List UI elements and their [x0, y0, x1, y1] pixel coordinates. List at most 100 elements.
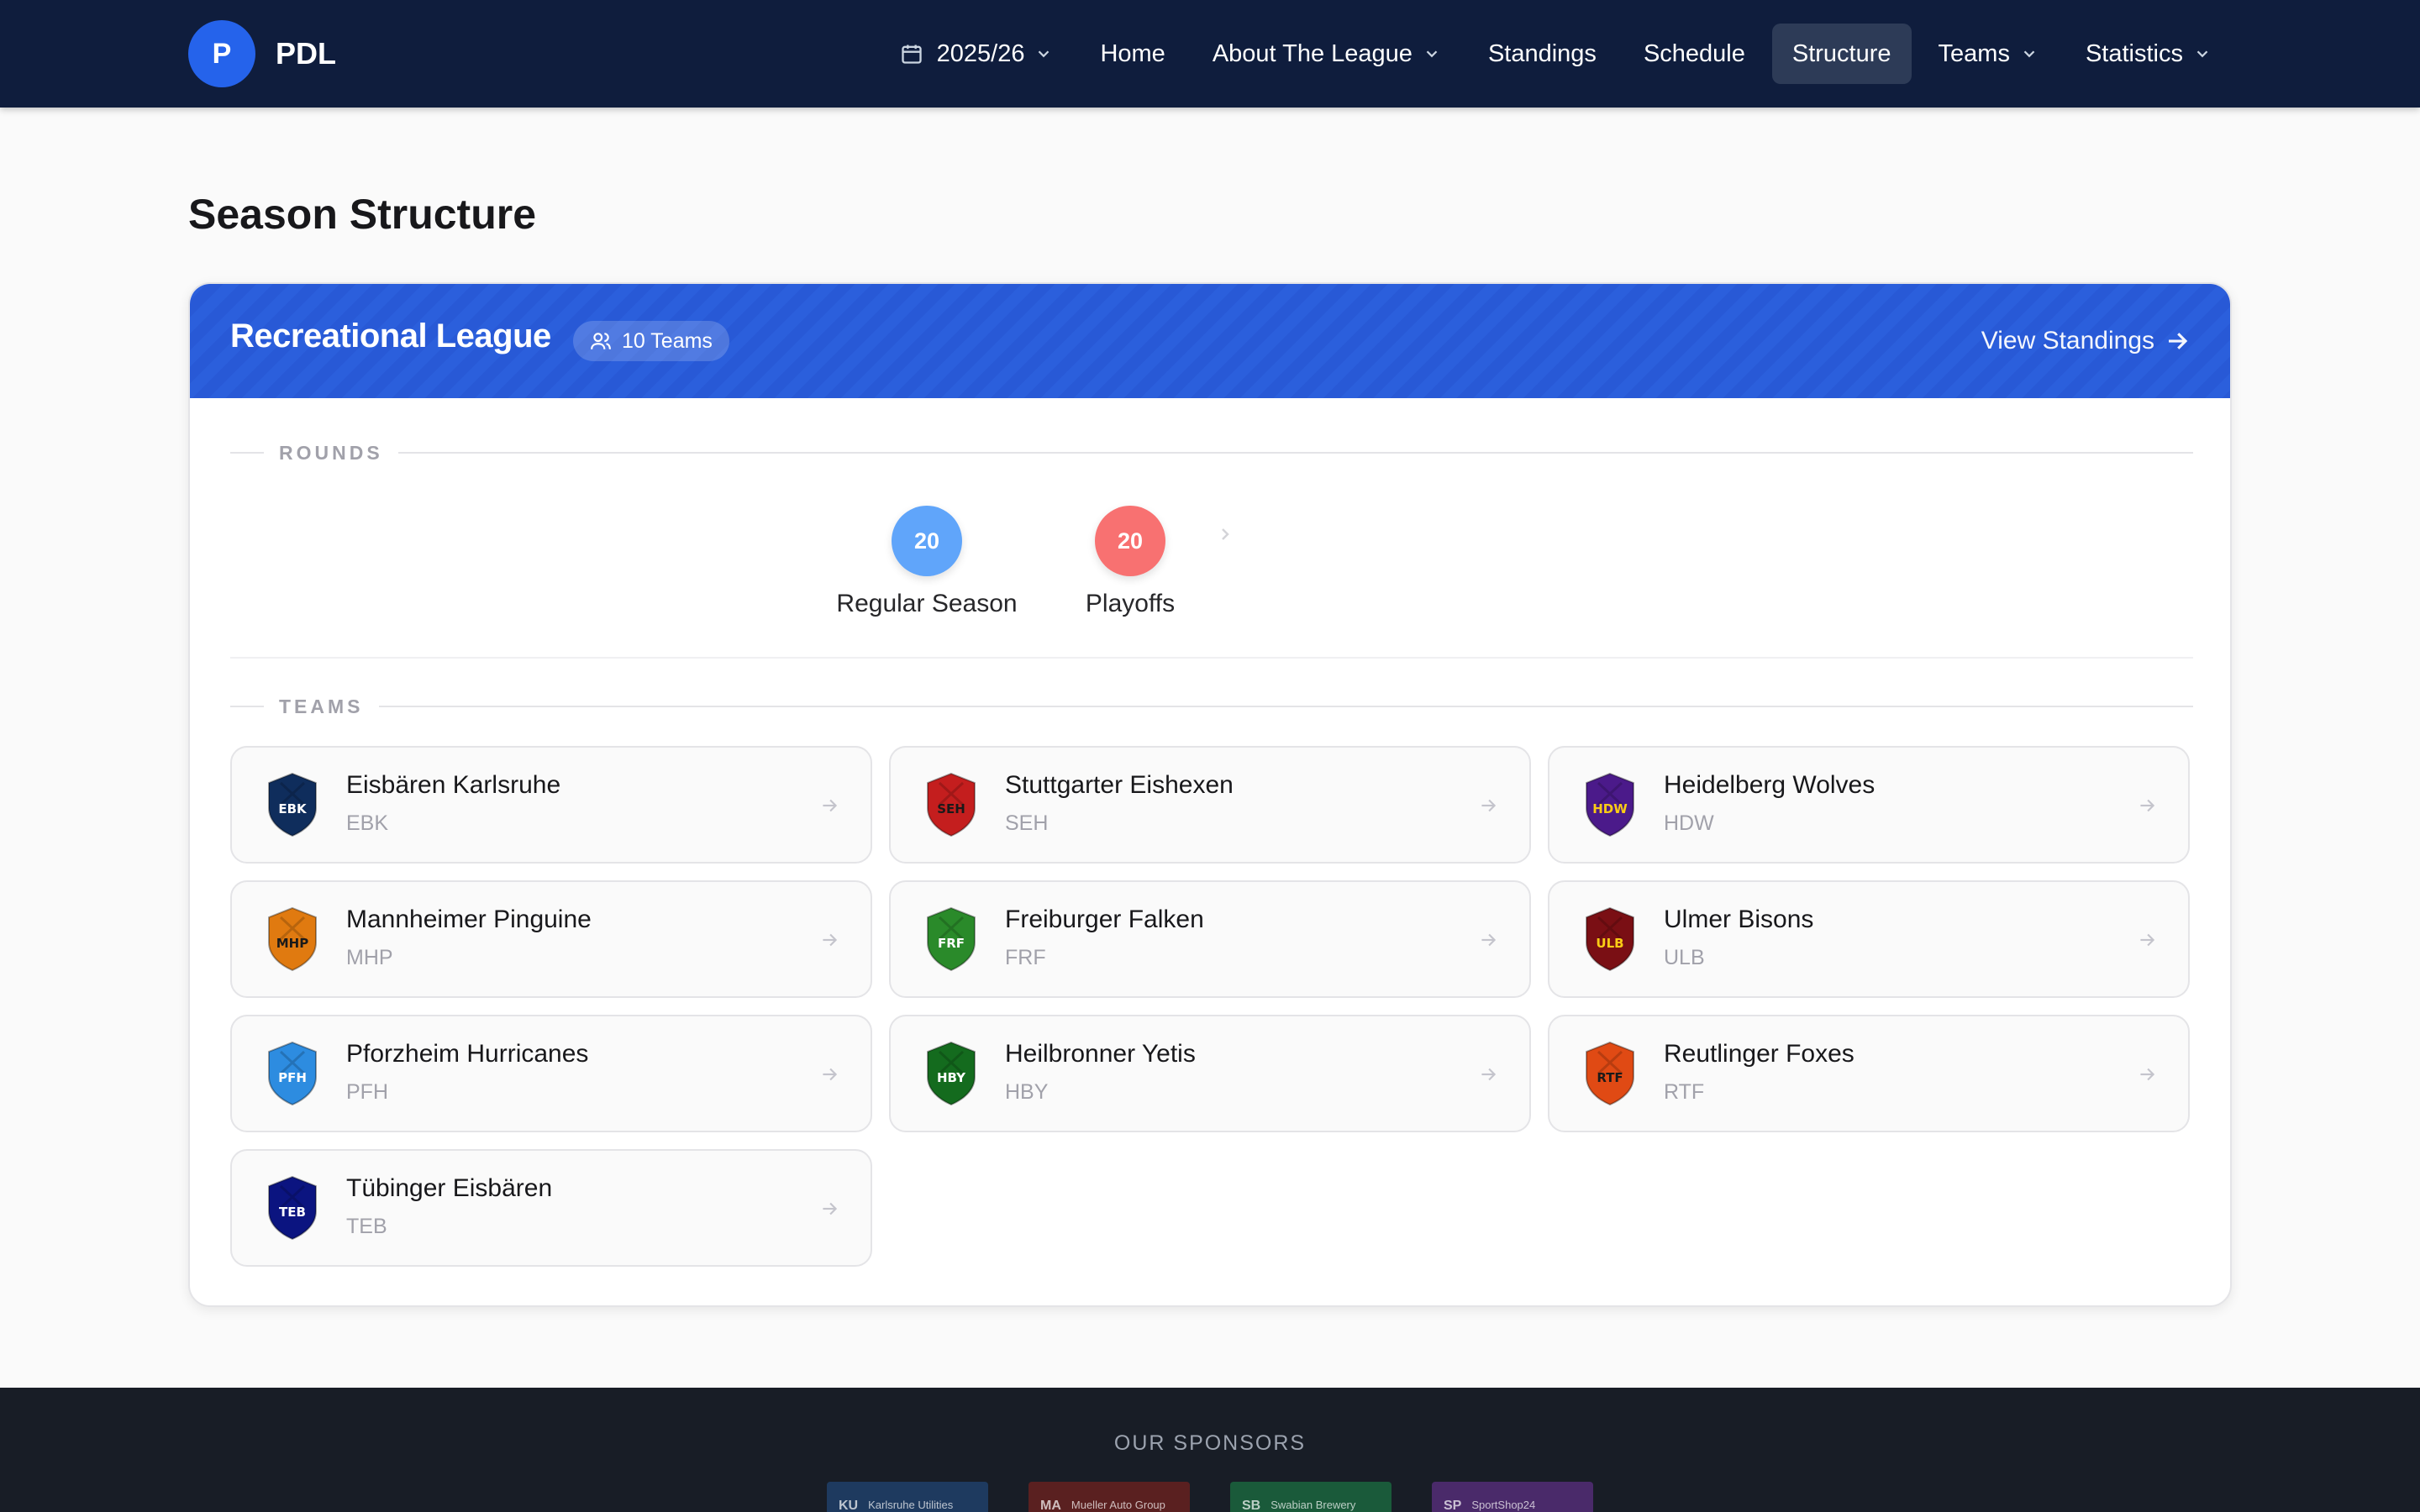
nav-item-statistics[interactable]: Statistics [2065, 24, 2232, 84]
divider-line [230, 706, 264, 707]
teams-label: TEAMS [279, 695, 364, 717]
team-card[interactable]: RTF Reutlinger Foxes RTF [1548, 1015, 2190, 1132]
team-card[interactable]: SEH Stuttgarter Eishexen SEH [889, 746, 1531, 864]
arrow-right-icon [1481, 933, 1497, 947]
chevron-down-icon [1039, 50, 1050, 58]
league-card-header: Recreational League 10 Teams View Standi… [190, 284, 2230, 398]
calendar-icon [901, 45, 922, 64]
team-card[interactable]: HDW Heidelberg Wolves HDW [1548, 746, 2190, 864]
svg-text:FRF: FRF [938, 936, 965, 951]
sponsor-logo[interactable]: KU Karlsruhe Utilities [827, 1482, 988, 1512]
chevron-down-icon [1426, 50, 1438, 58]
sponsor-name: Mueller Auto Group [1071, 1499, 1165, 1511]
nav-item-label: About The League [1212, 39, 1413, 67]
league-name: Recreational League [230, 318, 551, 354]
team-card[interactable]: FRF Freiburger Falken FRF [889, 880, 1531, 998]
svg-text:HBY: HBY [937, 1070, 966, 1085]
nav-item-label: Standings [1487, 39, 1597, 67]
team-card[interactable]: PFH Pforzheim Hurricanes PFH [230, 1015, 872, 1132]
sponsor-logo[interactable]: SB Swabian Brewery [1230, 1482, 1392, 1512]
team-card[interactable]: EBK Eisbären Karlsruhe EBK [230, 746, 872, 864]
svg-text:PFH: PFH [278, 1070, 307, 1085]
sponsor-logo[interactable]: MA Mueller Auto Group [1028, 1482, 1190, 1512]
nav-item-label: Statistics [2085, 39, 2183, 67]
season-selector[interactable]: 2025/26 [880, 24, 1074, 84]
svg-text:HDW: HDW [1592, 801, 1628, 816]
team-abbreviation: HBY [1005, 1080, 1049, 1104]
team-name: Heilbronner Yetis [1005, 1040, 1196, 1068]
rounds-section-header: ROUNDS [230, 440, 2193, 465]
nav-item-schedule[interactable]: Schedule [1623, 24, 1765, 84]
team-name: Eisbären Karlsruhe [346, 771, 561, 799]
view-standings-link[interactable]: View Standings [1981, 321, 2190, 361]
team-abbreviation: SEH [1005, 811, 1049, 835]
nav-item-label: Teams [1938, 39, 2010, 67]
round-name: Playoffs [1085, 590, 1176, 617]
nav-item-about-the-league[interactable]: About The League [1192, 24, 1461, 84]
sponsor-abbreviation: KU [839, 1499, 859, 1512]
sponsors-label: OUR SPONSORS [1113, 1431, 1307, 1455]
nav-item-home[interactable]: Home [1080, 24, 1185, 84]
team-card[interactable]: TEB Tübinger Eisbären TEB [230, 1149, 872, 1267]
sponsor-abbreviation: SP [1444, 1499, 1462, 1512]
team-card[interactable]: HBY Heilbronner Yetis HBY [889, 1015, 1531, 1132]
footer: OUR SPONSORS KU Karlsruhe Utilities MA Muel… [0, 1388, 2420, 1512]
divider-line [378, 706, 2193, 707]
arrow-right-icon [1481, 1068, 1497, 1081]
teams-section-header: TEAMS [230, 694, 2193, 719]
view-standings-label: View Standings [1981, 327, 2154, 354]
team-abbreviation: FRF [1005, 946, 1046, 969]
sponsor-name: SportShop24 [1471, 1499, 1536, 1511]
sponsor-logo[interactable]: SP SportShop24 [1432, 1482, 1593, 1512]
round-count-badge: 20 [892, 506, 962, 576]
team-abbreviation: HDW [1664, 811, 1714, 835]
team-abbreviation: PFH [346, 1080, 388, 1104]
team-abbreviation: ULB [1664, 946, 1705, 969]
team-abbreviation: EBK [346, 811, 389, 835]
team-crest-icon: EBK [268, 772, 317, 837]
section-divider [230, 657, 2193, 659]
chevron-down-icon [2023, 50, 2035, 58]
rounds-label: ROUNDS [279, 441, 383, 464]
nav-menu: 2025/26 Home About The League Standings Sch… [880, 24, 2232, 84]
nav-item-structure[interactable]: Structure [1771, 24, 1912, 84]
team-abbreviation: RTF [1664, 1080, 1705, 1104]
arrow-right-icon [823, 933, 838, 947]
nav-item-label: Home [1100, 39, 1165, 67]
arrow-right-icon [823, 799, 838, 812]
brand-home-link[interactable]: P PDL [188, 20, 336, 87]
team-abbreviation: TEB [346, 1215, 387, 1238]
team-crest-icon: SEH [927, 772, 976, 837]
team-crest-icon: RTF [1586, 1041, 1634, 1106]
sponsor-name: Karlsruhe Utilities [868, 1499, 954, 1511]
sponsor-abbreviation: SB [1242, 1499, 1261, 1512]
team-name: Heidelberg Wolves [1664, 771, 1876, 799]
svg-text:SEH: SEH [937, 801, 965, 816]
arrow-right-icon [2140, 933, 2155, 947]
team-name: Tübinger Eisbären [346, 1174, 553, 1202]
nav-item-label: Schedule [1643, 39, 1745, 67]
nav-item-standings[interactable]: Standings [1468, 24, 1617, 84]
arrow-right-icon [823, 1202, 838, 1215]
team-name: Mannheimer Pinguine [346, 906, 592, 933]
team-name: Pforzheim Hurricanes [346, 1040, 589, 1068]
nav-item-teams[interactable]: Teams [1918, 24, 2059, 84]
arrow-right-icon [2169, 333, 2188, 349]
team-name: Stuttgarter Eishexen [1005, 771, 1234, 799]
users-icon [591, 333, 611, 349]
league-card: Recreational League 10 Teams View Standi… [188, 282, 2232, 1307]
team-abbreviation: MHP [346, 946, 393, 969]
team-card[interactable]: ULB Ulmer Bisons ULB [1548, 880, 2190, 998]
team-name: Reutlinger Foxes [1664, 1040, 1854, 1068]
nav-item-label: Structure [1791, 39, 1891, 67]
svg-text:TEB: TEB [279, 1205, 306, 1220]
brand-logo: P [188, 20, 255, 87]
team-crest-icon: MHP [268, 906, 317, 972]
team-crest-icon: HDW [1586, 772, 1634, 837]
round-count-badge: 20 [1095, 506, 1165, 576]
arrow-right-icon [823, 1068, 838, 1081]
team-card[interactable]: MHP Mannheimer Pinguine MHP [230, 880, 872, 998]
chevron-down-icon [2196, 50, 2208, 58]
team-crest-icon: HBY [927, 1041, 976, 1106]
sponsor-name: Swabian Brewery [1270, 1499, 1356, 1511]
